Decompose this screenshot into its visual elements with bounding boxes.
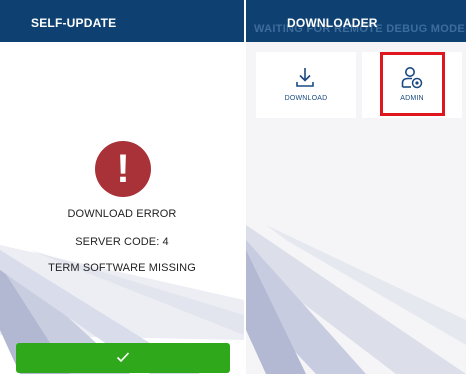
error-icon: ! — [95, 141, 151, 197]
confirm-button[interactable] — [16, 343, 230, 373]
self-update-screen: SELF-UPDATE ! DOWNLOAD ERROR SERVER CODE… — [0, 0, 244, 374]
server-code: SERVER CODE: 4 — [75, 236, 169, 248]
downloader-screen: WAITING FOR REMOTE DEBUG MODE DOWNLOADER… — [246, 0, 466, 374]
admin-tile[interactable]: ADMIN — [362, 52, 462, 118]
self-update-header: SELF-UPDATE — [0, 0, 244, 42]
error-detail: TERM SOFTWARE MISSING — [48, 262, 196, 274]
check-icon — [116, 352, 130, 363]
error-title: DOWNLOAD ERROR — [67, 208, 177, 220]
downloader-title: DOWNLOADER — [287, 16, 378, 30]
download-tile-label: DOWNLOAD — [284, 95, 328, 102]
downloader-header: WAITING FOR REMOTE DEBUG MODE DOWNLOADER — [246, 0, 466, 42]
self-update-title: SELF-UPDATE — [31, 16, 117, 30]
admin-icon — [401, 67, 423, 89]
download-icon — [296, 68, 314, 87]
download-tile[interactable]: DOWNLOAD — [256, 52, 356, 118]
admin-tile-label: ADMIN — [400, 95, 424, 102]
